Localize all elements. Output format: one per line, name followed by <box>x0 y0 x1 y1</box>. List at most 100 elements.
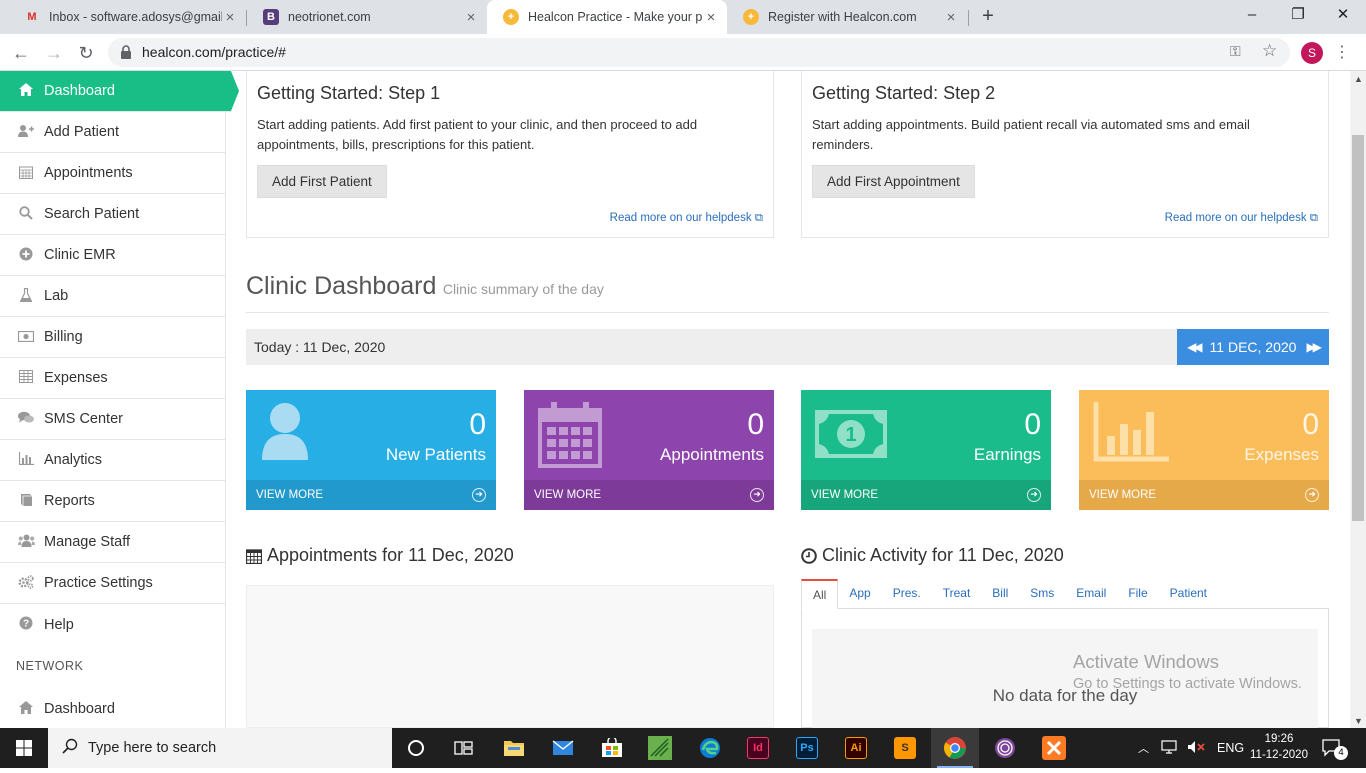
search-placeholder[interactable]: Type here to search <box>88 740 216 756</box>
indesign-icon[interactable]: Id <box>734 728 782 768</box>
close-tab-icon[interactable]: × <box>463 9 479 26</box>
close-tab-icon[interactable]: × <box>222 9 238 26</box>
url-text[interactable]: healcon.com/practice/# <box>142 44 286 60</box>
tor-browser-icon[interactable] <box>981 728 1029 768</box>
sidebar-item-search-patient[interactable]: Search Patient <box>0 194 225 235</box>
sidebar-item-manage-staff[interactable]: Manage Staff <box>0 522 225 563</box>
stat-tile-appointments[interactable]: 0 Appointments VIEW MORE ➜ <box>524 390 774 510</box>
activity-panel: No data for the day <box>801 609 1329 728</box>
scrollbar-thumb[interactable] <box>1352 135 1364 521</box>
helpdesk-link-text[interactable]: Read more on our helpdesk <box>1165 212 1307 224</box>
sidebar-item-add-patient[interactable]: Add Patient <box>0 112 225 153</box>
close-window-button[interactable]: ✕ <box>1320 4 1366 28</box>
chrome-icon[interactable] <box>931 728 979 768</box>
tab-app[interactable]: App <box>838 579 881 609</box>
add-first-appointment-button[interactable]: Add First Appointment <box>812 165 975 198</box>
taskbar-clock[interactable]: 19:26 11-12-2020 <box>1248 731 1310 763</box>
profile-avatar[interactable]: S <box>1301 42 1323 64</box>
tab-file[interactable]: File <box>1117 579 1158 609</box>
task-view-icon[interactable] <box>440 728 488 768</box>
stat-tile-expenses[interactable]: 0 Expenses VIEW MORE ➜ <box>1079 390 1329 510</box>
view-more-link[interactable]: VIEW MORE ➜ <box>246 480 496 510</box>
sidebar-item-analytics[interactable]: Analytics <box>0 440 225 481</box>
browser-tab-register-healcon[interactable]: + Register with Healcon.com × <box>727 0 967 34</box>
view-more-link[interactable]: VIEW MORE ➜ <box>524 480 774 510</box>
helpdesk-link-text[interactable]: Read more on our helpdesk <box>610 212 752 224</box>
taskbar-search-box[interactable]: Type here to search <box>48 728 392 768</box>
helpdesk-link[interactable]: Read more on our helpdesk ⧉ <box>610 212 763 225</box>
sidebar-item-reports[interactable]: Reports <box>0 481 225 522</box>
green-app-icon[interactable] <box>636 728 684 768</box>
volume-muted-icon[interactable] <box>1187 740 1205 757</box>
stat-tile-earnings[interactable]: 1 0 Earnings VIEW MORE ➜ <box>801 390 1051 510</box>
browser-tab-healcon-practice[interactable]: + Healcon Practice - Make your practice … <box>487 0 727 34</box>
forward-button[interactable]: → <box>41 40 67 66</box>
show-hidden-icons-chevron-icon[interactable]: ︿ <box>1138 740 1149 756</box>
view-more-label[interactable]: VIEW MORE <box>534 489 601 501</box>
edge-icon[interactable] <box>686 728 734 768</box>
scroll-down-arrow-icon[interactable]: ▼ <box>1354 716 1363 726</box>
view-more-link[interactable]: VIEW MORE ➜ <box>801 480 1051 510</box>
network-icon[interactable] <box>1161 739 1177 757</box>
next-day-icon[interactable]: ▶▶ <box>1306 340 1322 354</box>
sidebar-item-practice-settings[interactable]: Practice Settings <box>0 563 225 604</box>
clock-time: 19:26 <box>1264 733 1294 745</box>
sidebar-item-billing[interactable]: Billing <box>0 317 225 358</box>
restore-button[interactable]: ❐ <box>1275 4 1321 28</box>
sidebar-item-help[interactable]: ? Help <box>0 604 225 645</box>
language-indicator[interactable]: ENG <box>1217 741 1244 755</box>
tab-all[interactable]: All <box>801 579 839 609</box>
reload-button[interactable]: ↻ <box>73 40 99 66</box>
minimize-button[interactable]: – <box>1229 4 1275 28</box>
sidebar-item-sms-center[interactable]: SMS Center <box>0 399 225 440</box>
sidebar-item-dashboard[interactable]: Dashboard <box>0 71 239 112</box>
gmail-icon: M <box>27 11 37 23</box>
bookmark-star-icon[interactable]: ☆ <box>1262 41 1277 61</box>
stat-tile-new-patients[interactable]: 0 New Patients VIEW MORE ➜ <box>246 390 496 510</box>
scroll-up-arrow-icon[interactable]: ▲ <box>1354 74 1363 84</box>
notification-center-icon[interactable]: 4 <box>1312 728 1352 768</box>
sidebar-item-lab[interactable]: Lab <box>0 276 225 317</box>
tab-treat[interactable]: Treat <box>932 579 982 609</box>
view-more-link[interactable]: VIEW MORE ➜ <box>1079 480 1329 510</box>
tab-sms[interactable]: Sms <box>1019 579 1065 609</box>
appointments-section-title: Appointments for 11 Dec, 2020 <box>246 545 514 566</box>
browser-tab-neotrionet[interactable]: B neotrionet.com × <box>247 0 487 34</box>
view-more-label[interactable]: VIEW MORE <box>256 489 323 501</box>
add-first-patient-button[interactable]: Add First Patient <box>257 165 387 198</box>
illustrator-icon[interactable]: Ai <box>832 728 880 768</box>
close-tab-icon[interactable]: × <box>943 9 959 26</box>
browser-tab-gmail[interactable]: M Inbox - software.adosys@gmail.com × <box>8 0 246 34</box>
current-date-label[interactable]: 11 DEC, 2020 <box>1210 339 1297 355</box>
windows-start-button[interactable] <box>0 728 48 768</box>
key-icon[interactable]: ⚿ <box>1230 43 1241 60</box>
cortana-icon[interactable] <box>392 728 440 768</box>
money-icon <box>17 329 35 345</box>
page-scrollbar[interactable]: ▲ ▼ <box>1350 71 1366 728</box>
sidebar-item-label: Dashboard <box>44 700 115 717</box>
view-more-label[interactable]: VIEW MORE <box>811 489 878 501</box>
sidebar-item-expenses[interactable]: Expenses <box>0 358 225 399</box>
tab-patient[interactable]: Patient <box>1159 579 1218 609</box>
stat-value: 0 <box>1302 408 1319 441</box>
view-more-label[interactable]: VIEW MORE <box>1089 489 1156 501</box>
sidebar-item-clinic-emr[interactable]: Clinic EMR <box>0 235 225 276</box>
tab-pres[interactable]: Pres. <box>882 579 932 609</box>
store-icon[interactable] <box>588 728 636 768</box>
tab-email[interactable]: Email <box>1065 579 1117 609</box>
menu-kebab-icon[interactable]: ⋮ <box>1334 42 1350 62</box>
sidebar-item-appointments[interactable]: Appointments <box>0 153 225 194</box>
new-tab-button[interactable]: + <box>976 5 1000 29</box>
photoshop-icon[interactable]: Ps <box>783 728 831 768</box>
file-explorer-icon[interactable] <box>490 728 538 768</box>
close-tab-icon[interactable]: × <box>703 9 719 26</box>
sublime-text-icon[interactable]: S <box>881 728 929 768</box>
mail-icon[interactable] <box>539 728 587 768</box>
previous-day-icon[interactable]: ◀◀ <box>1187 340 1203 354</box>
tab-bill[interactable]: Bill <box>981 579 1019 609</box>
xampp-icon[interactable] <box>1030 728 1078 768</box>
helpdesk-link[interactable]: Read more on our helpdesk ⧉ <box>1165 212 1318 225</box>
address-bar[interactable]: healcon.com/practice/# ⚿ ☆ <box>108 38 1290 67</box>
back-button[interactable]: ← <box>8 40 34 66</box>
sidebar-item-network-dashboard[interactable]: Dashboard <box>0 688 225 729</box>
